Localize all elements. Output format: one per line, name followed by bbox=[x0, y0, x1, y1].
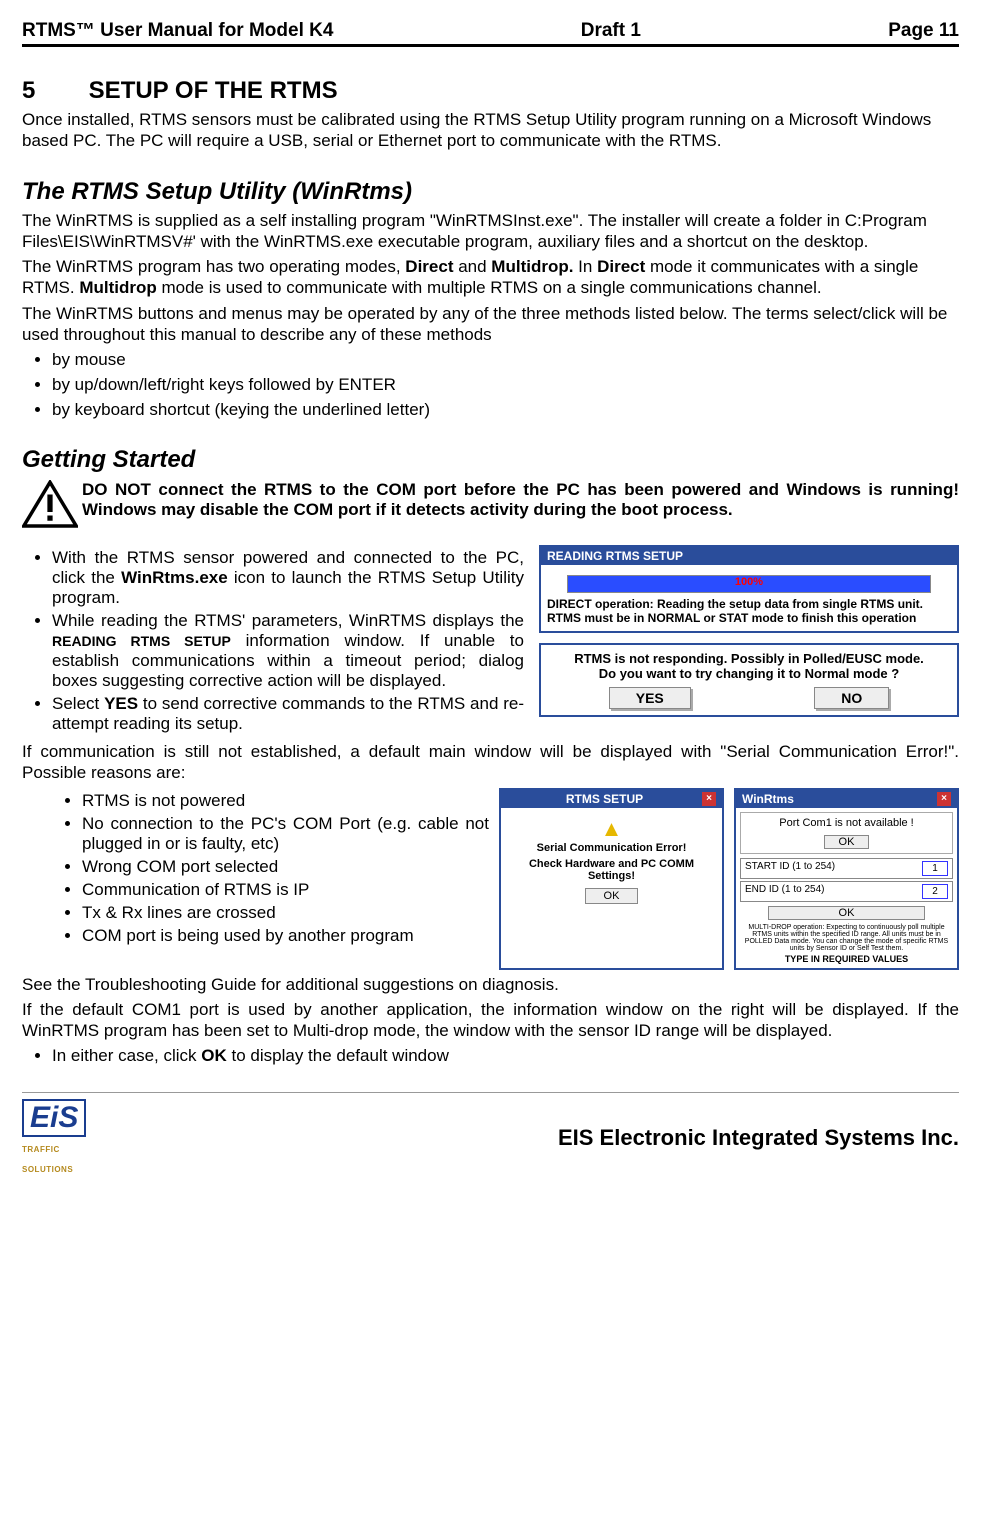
reading-setup-dialog: READING RTMS SETUP 100% DIRECT operation… bbox=[539, 545, 959, 737]
dialog1-q1: RTMS is not responding. Possibly in Poll… bbox=[547, 651, 951, 666]
header-center: Draft 1 bbox=[581, 20, 641, 42]
section-number: 5 bbox=[22, 77, 82, 105]
header-right: Page 11 bbox=[888, 20, 959, 42]
utility-p2: The WinRTMS program has two operating mo… bbox=[22, 256, 959, 299]
reason-3: Wrong COM port selected bbox=[82, 857, 489, 877]
dialog3-type: TYPE IN REQUIRED VALUES bbox=[740, 954, 953, 964]
reason-4: Communication of RTMS is IP bbox=[82, 880, 489, 900]
utility-methods-list: by mouse by up/down/left/right keys foll… bbox=[52, 350, 959, 420]
reason-5: Tx & Rx lines are crossed bbox=[82, 903, 489, 923]
dialog3-ok-button[interactable]: OK bbox=[824, 835, 870, 849]
dialog1-title: READING RTMS SETUP bbox=[541, 547, 957, 565]
progress-percent: 100% bbox=[735, 576, 763, 588]
utility-p2-multidrop: Multidrop. bbox=[491, 257, 573, 276]
header-left: RTMS™ User Manual for Model K4 bbox=[22, 20, 333, 42]
reason-2: No connection to the PC's COM Port (e.g.… bbox=[82, 814, 489, 854]
dialog3-note: MULTI-DROP operation: Expecting to conti… bbox=[740, 924, 953, 952]
eis-logo: EiS TRAFFIC SOLUTIONS bbox=[22, 1099, 112, 1177]
utility-p3: The WinRTMS buttons and menus may be ope… bbox=[22, 303, 959, 346]
end-id-label: END ID (1 to 254) bbox=[745, 884, 824, 899]
section-title-text: SETUP OF THE RTMS bbox=[89, 77, 338, 104]
dialog2-err: Serial Communication Error! bbox=[509, 842, 714, 854]
utility-p2-direct: Direct bbox=[405, 257, 453, 276]
eis-logo-text: EiS bbox=[22, 1099, 86, 1137]
eis-logo-sub: TRAFFIC SOLUTIONS bbox=[22, 1145, 73, 1174]
warning-icon bbox=[22, 480, 82, 535]
method-mouse: by mouse bbox=[52, 350, 959, 370]
utility-p2-direct2: Direct bbox=[597, 257, 645, 276]
gs-default-com1: If the default COM1 port is used by anot… bbox=[22, 999, 959, 1042]
getting-started-heading: Getting Started bbox=[22, 446, 959, 474]
gs-b2-sc: READING RTMS SETUP bbox=[52, 633, 231, 649]
dialog1-line1: DIRECT operation: Reading the setup data… bbox=[547, 597, 951, 611]
gs-see-troubleshoot: See the Troubleshooting Guide for additi… bbox=[22, 974, 959, 995]
dialog1-q2: Do you want to try changing it to Normal… bbox=[547, 666, 951, 681]
gs-bullet-3: Select YES to send corrective commands t… bbox=[52, 694, 524, 734]
dialog2-ok-button[interactable]: OK bbox=[585, 888, 639, 904]
utility-p2-c: In bbox=[573, 257, 597, 276]
gs-b2-a: While reading the RTMS' parameters, WinR… bbox=[52, 611, 524, 630]
gs-b3-yes: YES bbox=[104, 694, 138, 713]
gs-click-ok: In either case, click OK to display the … bbox=[52, 1046, 959, 1066]
method-shortcut: by keyboard shortcut (keying the underli… bbox=[52, 400, 959, 420]
warning-text: DO NOT connect the RTMS to the COM port … bbox=[82, 480, 959, 520]
dialog3-ok2-button[interactable]: OK bbox=[768, 906, 926, 920]
gs-bullet-1: With the RTMS sensor powered and connect… bbox=[52, 548, 524, 608]
page-footer: EiS TRAFFIC SOLUTIONS EIS Electronic Int… bbox=[22, 1092, 959, 1177]
utility-p2-b: and bbox=[453, 257, 491, 276]
start-id-label: START ID (1 to 254) bbox=[745, 861, 835, 876]
no-button[interactable]: NO bbox=[814, 687, 889, 709]
utility-p2-multidrop2: Multidrop bbox=[79, 278, 156, 297]
gs-ok-bold: OK bbox=[201, 1046, 227, 1065]
utility-p2-a: The WinRTMS program has two operating mo… bbox=[22, 257, 405, 276]
dialog2-title: RTMS SETUP bbox=[507, 792, 702, 806]
section-5-intro: Once installed, RTMS sensors must be cal… bbox=[22, 109, 959, 152]
gs-bullet-2: While reading the RTMS' parameters, WinR… bbox=[52, 611, 524, 691]
footer-company: EIS Electronic Integrated Systems Inc. bbox=[558, 1125, 959, 1151]
close-icon[interactable]: × bbox=[702, 792, 716, 806]
gs-b3-a: Select bbox=[52, 694, 104, 713]
dialog3-title: WinRtms bbox=[742, 792, 794, 806]
gs-b1-exe: WinRtms.exe bbox=[121, 568, 228, 587]
utility-heading: The RTMS Setup Utility (WinRtms) bbox=[22, 178, 959, 206]
warning-row: DO NOT connect the RTMS to the COM port … bbox=[22, 480, 959, 535]
gs-ok-b: to display the default window bbox=[227, 1046, 449, 1065]
start-id-input[interactable] bbox=[922, 861, 948, 876]
dialog3-msg: Port Com1 is not available ! bbox=[745, 817, 948, 829]
yes-button[interactable]: YES bbox=[609, 687, 691, 709]
gs-ok-a: In either case, click bbox=[52, 1046, 201, 1065]
dialog1-question: RTMS is not responding. Possibly in Poll… bbox=[539, 643, 959, 717]
reason-6: COM port is being used by another progra… bbox=[82, 926, 489, 946]
reason-1: RTMS is not powered bbox=[82, 791, 489, 811]
page-header: RTMS™ User Manual for Model K4 Draft 1 P… bbox=[22, 20, 959, 47]
close-icon[interactable]: × bbox=[937, 792, 951, 806]
utility-p1: The WinRTMS is supplied as a self instal… bbox=[22, 210, 959, 253]
gs-still-not-established: If communication is still not establishe… bbox=[22, 741, 959, 784]
dialog2-check: Check Hardware and PC COMM Settings! bbox=[509, 858, 714, 882]
progress-bar: 100% bbox=[567, 575, 931, 593]
serial-error-dialog: RTMS SETUP × ▲ Serial Communication Erro… bbox=[499, 788, 724, 970]
method-arrows: by up/down/left/right keys followed by E… bbox=[52, 375, 959, 395]
section-5-heading: 5 SETUP OF THE RTMS bbox=[22, 77, 959, 105]
dialog1-line2: RTMS must be in NORMAL or STAT mode to f… bbox=[547, 611, 951, 625]
utility-p2-e: mode is used to communicate with multipl… bbox=[157, 278, 822, 297]
alert-icon: ▲ bbox=[509, 816, 714, 842]
end-id-input[interactable] bbox=[922, 884, 948, 899]
winrtms-port-dialog: WinRtms × Port Com1 is not available ! O… bbox=[734, 788, 959, 970]
